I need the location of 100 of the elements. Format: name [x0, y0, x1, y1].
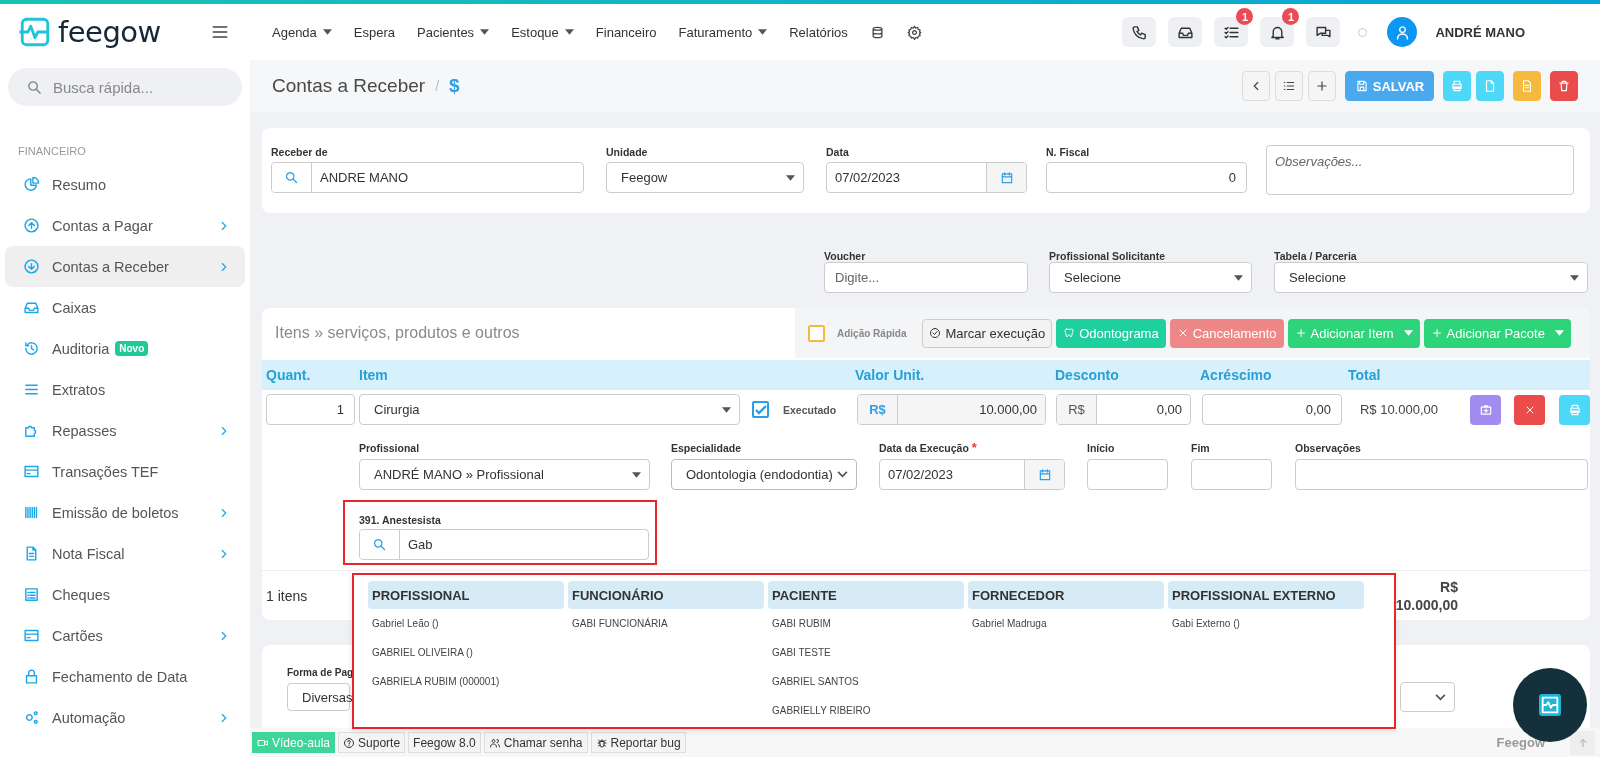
tooth-icon	[1063, 327, 1076, 339]
notes-field[interactable]: Observações...	[1266, 145, 1574, 195]
footer-link[interactable]: Suporte	[338, 732, 406, 753]
plus-icon	[1315, 79, 1329, 93]
print-button[interactable]	[1559, 394, 1590, 425]
file-button[interactable]	[1476, 71, 1504, 101]
price-field[interactable]: R$ 10.000,00	[857, 394, 1046, 425]
sidebar-item[interactable]: Contas a Receber	[5, 246, 245, 287]
suggestion-item[interactable]: GABI RUBIM	[768, 609, 964, 638]
list-icon	[1282, 79, 1296, 93]
group-header: PROFISSIONAL	[368, 581, 564, 609]
nav-link[interactable]: Financeiro	[595, 24, 657, 40]
suggestion-item[interactable]: GABRIELLY RIBEIRO	[768, 696, 964, 725]
surcharge-field[interactable]: 0,00	[1202, 394, 1342, 425]
nav-link[interactable]: Espera	[353, 24, 396, 40]
action-button[interactable]: Marcar execução	[922, 318, 1053, 348]
sidebar-item[interactable]: Fechamento de Data	[5, 656, 245, 697]
suggestion-item[interactable]: Gabriel Madruga	[968, 609, 1164, 638]
item-count: 1 itens	[266, 587, 308, 604]
section-title: FINANCEIRO	[18, 144, 87, 159]
text-field[interactable]	[1191, 459, 1272, 490]
text-field[interactable]	[1295, 459, 1588, 490]
caret-icon	[1570, 274, 1579, 281]
settings-icon	[906, 24, 922, 40]
back-button[interactable]	[1242, 71, 1270, 101]
field-label: 391. Anestesista	[359, 514, 442, 528]
field-label: Unidade	[606, 146, 649, 160]
field-label: Profissional	[359, 442, 421, 456]
select-field[interactable]: Odontologia (endodontia)	[671, 459, 857, 490]
caret-icon	[758, 29, 768, 35]
row-total: R$ 10.000,00	[1358, 402, 1438, 417]
nav-link[interactable]: Agenda	[272, 24, 332, 40]
search-field[interactable]: ANDRE MANO	[271, 162, 584, 193]
suggestion-item[interactable]: GABI TESTE	[768, 638, 964, 667]
field-label: Fim	[1191, 442, 1211, 456]
checkbox[interactable]	[808, 324, 825, 342]
user-name[interactable]: ANDRÉ MANO	[1435, 24, 1525, 40]
sidebar-item[interactable]: Repasses	[5, 410, 245, 451]
print-button[interactable]	[1443, 71, 1471, 101]
suggestion-item[interactable]: Gabi Externo ()	[1168, 609, 1364, 638]
sidebar-item[interactable]: Auditoria Novo	[5, 328, 245, 369]
select-field[interactable]: Selecione	[1049, 262, 1252, 293]
field-label: Voucher	[824, 250, 867, 262]
select-field[interactable]: Cirurgia	[359, 394, 740, 425]
section-title: Itens » serviços, produtos e outros	[274, 324, 521, 342]
sidebar-item[interactable]: Extratos	[5, 369, 245, 410]
nav-link[interactable]: Pacientes	[417, 24, 490, 40]
new-badge: Novo	[115, 341, 149, 356]
nav-link[interactable]: Faturamento	[678, 24, 768, 40]
remove-button[interactable]	[1514, 394, 1545, 425]
list-button[interactable]	[1275, 71, 1303, 101]
search-icon	[26, 78, 43, 96]
stripes-icon	[23, 504, 40, 521]
search-field[interactable]: Gab	[359, 529, 649, 560]
sidebar-item[interactable]: Transações TEF	[5, 451, 245, 492]
text-field[interactable]	[1087, 459, 1168, 490]
sidebar-item[interactable]: Nota Fiscal	[5, 533, 245, 574]
nav-link[interactable]: Relatórios	[789, 24, 848, 40]
select-field[interactable]	[1400, 682, 1455, 712]
footer-link[interactable]: Chamar senha	[483, 732, 588, 753]
delete-button[interactable]	[1550, 71, 1578, 101]
save-icon	[1354, 79, 1369, 93]
scroll-top-button[interactable]	[1570, 730, 1595, 755]
suggestion-item[interactable]: GABRIELA RUBIM (000001)	[368, 667, 564, 696]
quantity-field[interactable]: 1	[266, 394, 355, 425]
discount-field[interactable]: R$ 0,00	[1056, 394, 1191, 425]
date-field[interactable]: 07/02/2023	[826, 162, 1027, 193]
database-icon	[869, 24, 885, 40]
text-field[interactable]: Digite...	[824, 262, 1028, 293]
select-field[interactable]: Feegow	[606, 162, 804, 193]
caret-icon	[1234, 274, 1243, 281]
checkbox-label: Adição Rápida	[837, 327, 907, 339]
sidebar-item[interactable]: Emissão de boletos	[5, 492, 245, 533]
number-field[interactable]: 0	[1046, 162, 1247, 193]
sidebar-item[interactable]: Automação	[5, 697, 245, 738]
sidebar-item[interactable]: Cheques	[5, 574, 245, 615]
sidebar-item[interactable]: Contas a Pagar	[5, 205, 245, 246]
kit-button[interactable]	[1470, 394, 1501, 425]
select-field[interactable]: Selecione	[1274, 262, 1588, 293]
avatar[interactable]	[1387, 17, 1418, 47]
select-field[interactable]: Diversas	[287, 683, 350, 711]
suggestion-item[interactable]: GABI FUNCIONÁRIA	[568, 609, 764, 638]
checkbox[interactable]	[752, 401, 769, 418]
footer-link[interactable]: Feegow 8.0	[408, 732, 481, 753]
date-field[interactable]: 07/02/2023	[879, 459, 1065, 490]
sidebar-item[interactable]: Caixas	[5, 287, 245, 328]
help-icon	[343, 736, 356, 749]
sidebar-item[interactable]: Cartões	[5, 615, 245, 656]
add-button[interactable]	[1308, 71, 1336, 101]
document-button[interactable]	[1513, 71, 1541, 101]
column-header: Acréscimo	[1200, 367, 1273, 383]
bug-icon	[595, 736, 608, 749]
suggestion-item[interactable]: GABRIEL SANTOS	[768, 667, 964, 696]
nav-link[interactable]: Estoque	[511, 24, 574, 40]
suggestion-item[interactable]: Gabriel Leão ()	[368, 609, 564, 638]
trash-icon	[1557, 79, 1571, 93]
select-field[interactable]: ANDRÉ MANO » Profissional	[359, 459, 650, 490]
sidebar-item[interactable]: Resumo	[5, 164, 245, 205]
suggestion-item[interactable]: GABRIEL OLIVEIRA ()	[368, 638, 564, 667]
footer-link[interactable]: Reportar bug	[590, 732, 686, 753]
